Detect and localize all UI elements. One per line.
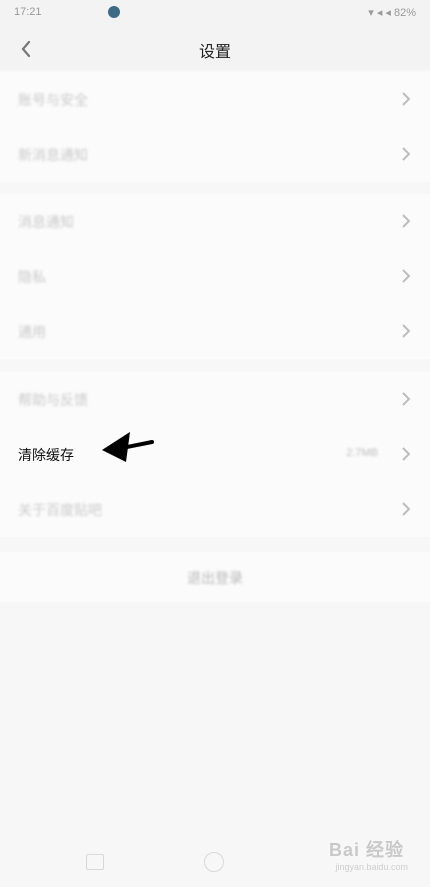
settings-row-label: 隐私 [18,269,46,285]
settings-group-other: 帮助与反馈 清除缓存 2.7MB 关于百度贴吧 [0,372,430,537]
settings-row-label: 新消息通知 [18,147,88,163]
settings-row-label: 清除缓存 [18,447,74,463]
chevron-right-icon [402,214,411,228]
menu-key-icon[interactable] [86,854,104,870]
status-indicators: ▾ ◂ ◂ 82% [368,7,416,19]
logout-button[interactable]: 退出登录 [0,552,430,602]
settings-row-label: 消息通知 [18,214,74,230]
notification-dot-icon [108,6,120,18]
settings-row-notifications[interactable]: 消息通知 [0,194,430,249]
status-time: 17:21 [14,6,42,18]
status-bar: 17:21 ▾ ◂ ◂ 82% [0,0,430,28]
chevron-right-icon [402,502,411,516]
settings-row-label: 帮助与反馈 [18,392,88,408]
page-title: 设置 [198,44,231,61]
chevron-right-icon [402,447,411,461]
settings-row-label: 通用 [18,324,46,340]
cache-size-value: 2.7MB [346,447,378,459]
settings-row-label: 关于百度贴吧 [18,502,102,518]
watermark-logo: Bai 经验 [328,840,404,860]
header-bar: 设置 [0,28,430,70]
settings-row-about[interactable]: 关于百度贴吧 [0,482,430,537]
settings-row-new-message[interactable]: 新消息通知 [0,127,430,182]
settings-row-help[interactable]: 帮助与反馈 [0,372,430,427]
settings-row-general[interactable]: 通用 [0,304,430,359]
chevron-right-icon [402,324,411,338]
settings-group-account: 账号与安全 新消息通知 [0,72,430,182]
settings-row-account-security[interactable]: 账号与安全 [0,72,430,127]
settings-row-privacy[interactable]: 隐私 [0,249,430,304]
chevron-right-icon [402,147,411,161]
watermark-url: jingyan.baidu.com [335,862,408,872]
pointer-arrow-icon [102,432,154,462]
settings-row-label: 账号与安全 [18,92,88,108]
chevron-right-icon [402,269,411,283]
home-key-icon[interactable] [204,852,224,872]
chevron-right-icon [402,92,411,106]
logout-label: 退出登录 [187,570,243,586]
chevron-right-icon [402,392,411,406]
settings-group-general: 消息通知 隐私 通用 [0,194,430,359]
settings-row-clear-cache[interactable]: 清除缓存 2.7MB [0,427,430,482]
